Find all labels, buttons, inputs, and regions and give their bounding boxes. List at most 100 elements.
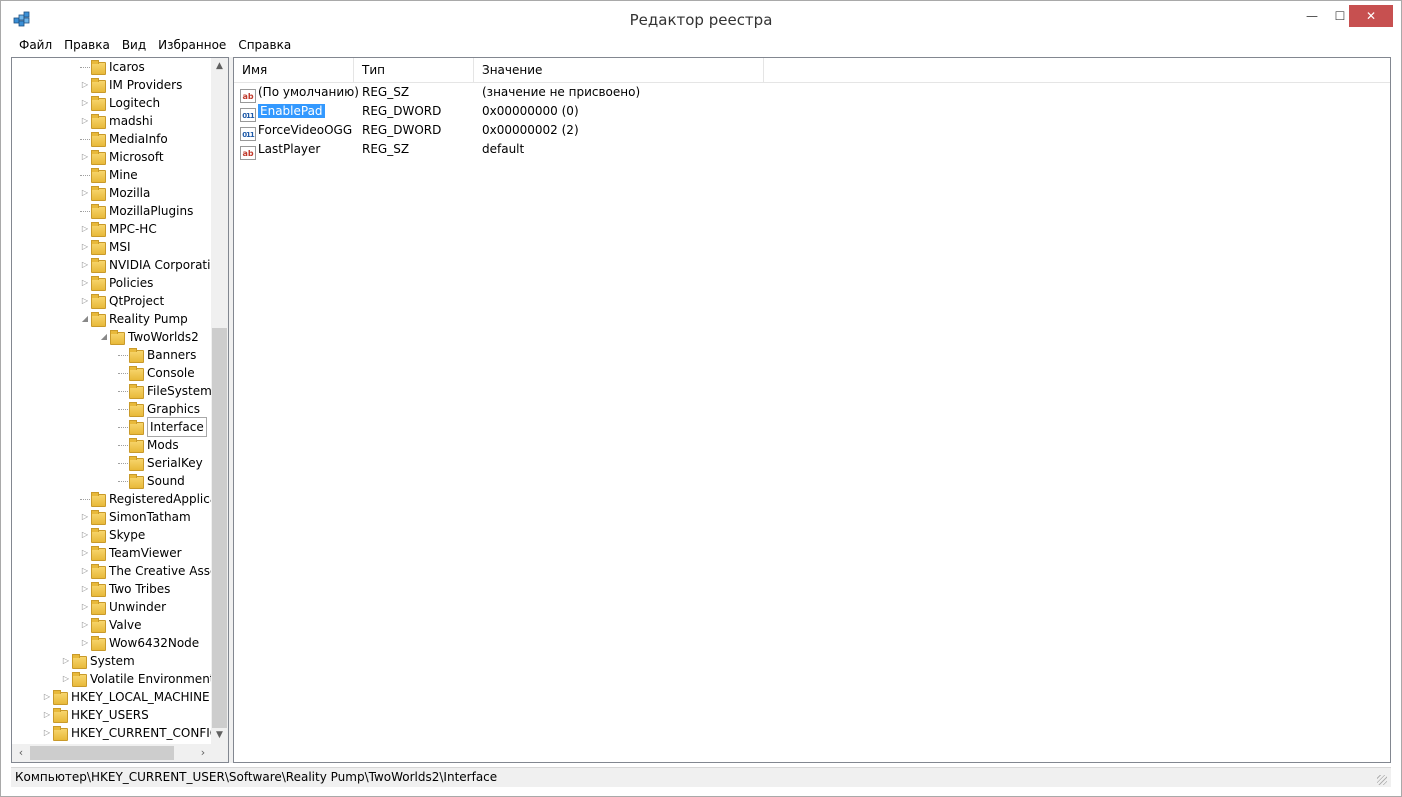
tree-item[interactable]: FileSystem — [118, 382, 212, 400]
folder-icon — [90, 528, 106, 543]
tree-line-connector — [80, 67, 90, 68]
tree-item[interactable]: Interface — [118, 417, 207, 437]
menu-file[interactable]: Файл — [11, 37, 58, 55]
tree-item[interactable]: SerialKey — [118, 454, 203, 472]
scroll-right-icon[interactable]: › — [196, 744, 210, 762]
hscroll-thumb[interactable] — [30, 746, 174, 760]
tree-item[interactable]: ▷ madshi — [80, 112, 153, 130]
title-bar[interactable]: Редактор реестра — ☐ ✕ — [1, 1, 1401, 37]
tree-item[interactable]: ▷ SimonTatham — [80, 508, 191, 526]
tree-vertical-scrollbar[interactable]: ▲ ▼ — [211, 58, 228, 744]
tree-item[interactable]: Mine — [80, 166, 138, 184]
expanded-arrow-icon[interactable]: ◢ — [99, 328, 109, 346]
collapsed-arrow-icon[interactable]: ▷ — [80, 580, 90, 598]
value-row[interactable]: ab LastPlayer REG_SZ default — [234, 140, 1390, 160]
tree-item[interactable]: ▷ Mozilla — [80, 184, 150, 202]
collapsed-arrow-icon[interactable]: ▷ — [80, 616, 90, 634]
tree-item[interactable]: ▷ Volatile Environment — [61, 670, 215, 688]
collapsed-arrow-icon[interactable]: ▷ — [80, 76, 90, 94]
folder-icon — [52, 708, 68, 723]
collapsed-arrow-icon[interactable]: ▷ — [80, 526, 90, 544]
column-header-type[interactable]: Тип — [354, 58, 474, 82]
value-row[interactable]: ab (По умолчанию) REG_SZ (значение не присв… — [234, 83, 1390, 103]
tree-item[interactable]: ▷ NVIDIA Corporatic — [80, 256, 217, 274]
collapsed-arrow-icon[interactable]: ▷ — [80, 184, 90, 202]
tree-item[interactable]: ▷ Microsoft — [80, 148, 164, 166]
tree-horizontal-scrollbar[interactable]: ‹ › — [12, 744, 211, 762]
collapsed-arrow-icon[interactable]: ▷ — [80, 148, 90, 166]
collapsed-arrow-icon[interactable]: ▷ — [80, 220, 90, 238]
tree-item[interactable]: ▷ QtProject — [80, 292, 164, 310]
menu-edit[interactable]: Правка — [58, 37, 116, 55]
collapsed-arrow-icon[interactable]: ▷ — [80, 292, 90, 310]
column-header-name[interactable]: Имя — [234, 58, 354, 82]
value-row[interactable]: 011 EnablePad REG_DWORD 0x00000000 (0) — [234, 102, 1390, 122]
tree-item[interactable]: RegisteredApplica — [80, 490, 217, 508]
collapsed-arrow-icon[interactable]: ▷ — [42, 688, 52, 706]
folder-icon — [128, 474, 144, 489]
menu-view[interactable]: Вид — [116, 37, 152, 55]
tree-item[interactable]: ▷ Policies — [80, 274, 153, 292]
column-header-data[interactable]: Значение — [474, 58, 764, 82]
menu-favorites[interactable]: Избранное — [152, 37, 232, 55]
tree-item[interactable]: MozillaPlugins — [80, 202, 193, 220]
collapsed-arrow-icon[interactable]: ▷ — [80, 112, 90, 130]
tree-item-label: HKEY_CURRENT_CONFIG — [71, 726, 220, 740]
tree-item[interactable]: ▷ Two Tribes — [80, 580, 170, 598]
tree-item[interactable]: Sound — [118, 472, 185, 490]
collapsed-arrow-icon[interactable]: ▷ — [61, 670, 71, 688]
value-row[interactable]: 011 ForceVideoOGG REG_DWORD 0x00000002 (2) — [234, 121, 1390, 141]
tree-item-label: Reality Pump — [109, 312, 188, 326]
expanded-arrow-icon[interactable]: ◢ — [80, 310, 90, 328]
scroll-down-icon[interactable]: ▼ — [211, 727, 228, 744]
values-list[interactable]: Имя Тип Значение ab (По умолчанию) REG_SZ(… — [233, 57, 1391, 763]
tree-item-label: IM Providers — [109, 78, 183, 92]
menu-help[interactable]: Справка — [232, 37, 297, 55]
tree-item[interactable]: Console — [118, 364, 195, 382]
tree-item[interactable]: Graphics — [118, 400, 200, 418]
tree-item[interactable]: ▷ System — [61, 652, 135, 670]
collapsed-arrow-icon[interactable]: ▷ — [80, 256, 90, 274]
tree-item[interactable]: Mods — [118, 436, 179, 454]
tree-item[interactable]: Icaros — [80, 58, 145, 76]
tree-item[interactable]: ▷ MSI — [80, 238, 131, 256]
collapsed-arrow-icon[interactable]: ▷ — [80, 634, 90, 652]
collapsed-arrow-icon[interactable]: ▷ — [61, 652, 71, 670]
folder-icon — [90, 96, 106, 111]
tree-item[interactable]: ▷ Logitech — [80, 94, 160, 112]
tree-item[interactable]: ▷ Wow6432Node — [80, 634, 199, 652]
collapsed-arrow-icon[interactable]: ▷ — [42, 706, 52, 724]
resize-grip-icon[interactable] — [1377, 775, 1387, 785]
collapsed-arrow-icon[interactable]: ▷ — [80, 598, 90, 616]
tree-item[interactable]: ▷ HKEY_USERS — [42, 706, 149, 724]
tree-item[interactable]: MediaInfo — [80, 130, 168, 148]
tree-item[interactable]: ▷ Skype — [80, 526, 145, 544]
folder-icon — [128, 456, 144, 471]
tree-item[interactable]: ▷ Valve — [80, 616, 141, 634]
tree-item[interactable]: ◢ Reality Pump — [80, 310, 188, 328]
tree-item[interactable]: ◢ TwoWorlds2 — [99, 328, 199, 346]
collapsed-arrow-icon[interactable]: ▷ — [80, 508, 90, 526]
tree-item[interactable]: ▷ Unwinder — [80, 598, 166, 616]
close-button[interactable]: ✕ — [1349, 5, 1393, 27]
tree-item[interactable]: ▷ The Creative Asser — [80, 562, 222, 580]
collapsed-arrow-icon[interactable]: ▷ — [80, 94, 90, 112]
tree-item[interactable]: ▷ HKEY_LOCAL_MACHINE — [42, 688, 210, 706]
tree-item[interactable]: ▷ HKEY_CURRENT_CONFIG — [42, 724, 219, 742]
scroll-up-icon[interactable]: ▲ — [211, 58, 228, 75]
tree-item[interactable]: ▷ TeamViewer — [80, 544, 182, 562]
collapsed-arrow-icon[interactable]: ▷ — [80, 274, 90, 292]
value-name-cell: 011 EnablePad — [240, 102, 325, 122]
registry-key-tree[interactable]: Icaros ▷ IM Providers ▷ Logitech ▷ madshi Media… — [11, 57, 229, 763]
tree-item[interactable]: ▷ MPC-HC — [80, 220, 157, 238]
scroll-thumb[interactable] — [212, 328, 227, 728]
value-type-cell: REG_DWORD — [362, 123, 442, 137]
collapsed-arrow-icon[interactable]: ▷ — [80, 562, 90, 580]
collapsed-arrow-icon[interactable]: ▷ — [80, 238, 90, 256]
scroll-left-icon[interactable]: ‹ — [14, 744, 28, 762]
tree-item-label: Sound — [147, 474, 185, 488]
collapsed-arrow-icon[interactable]: ▷ — [42, 724, 52, 742]
tree-item[interactable]: ▷ IM Providers — [80, 76, 182, 94]
tree-item[interactable]: Banners — [118, 346, 196, 364]
collapsed-arrow-icon[interactable]: ▷ — [80, 544, 90, 562]
